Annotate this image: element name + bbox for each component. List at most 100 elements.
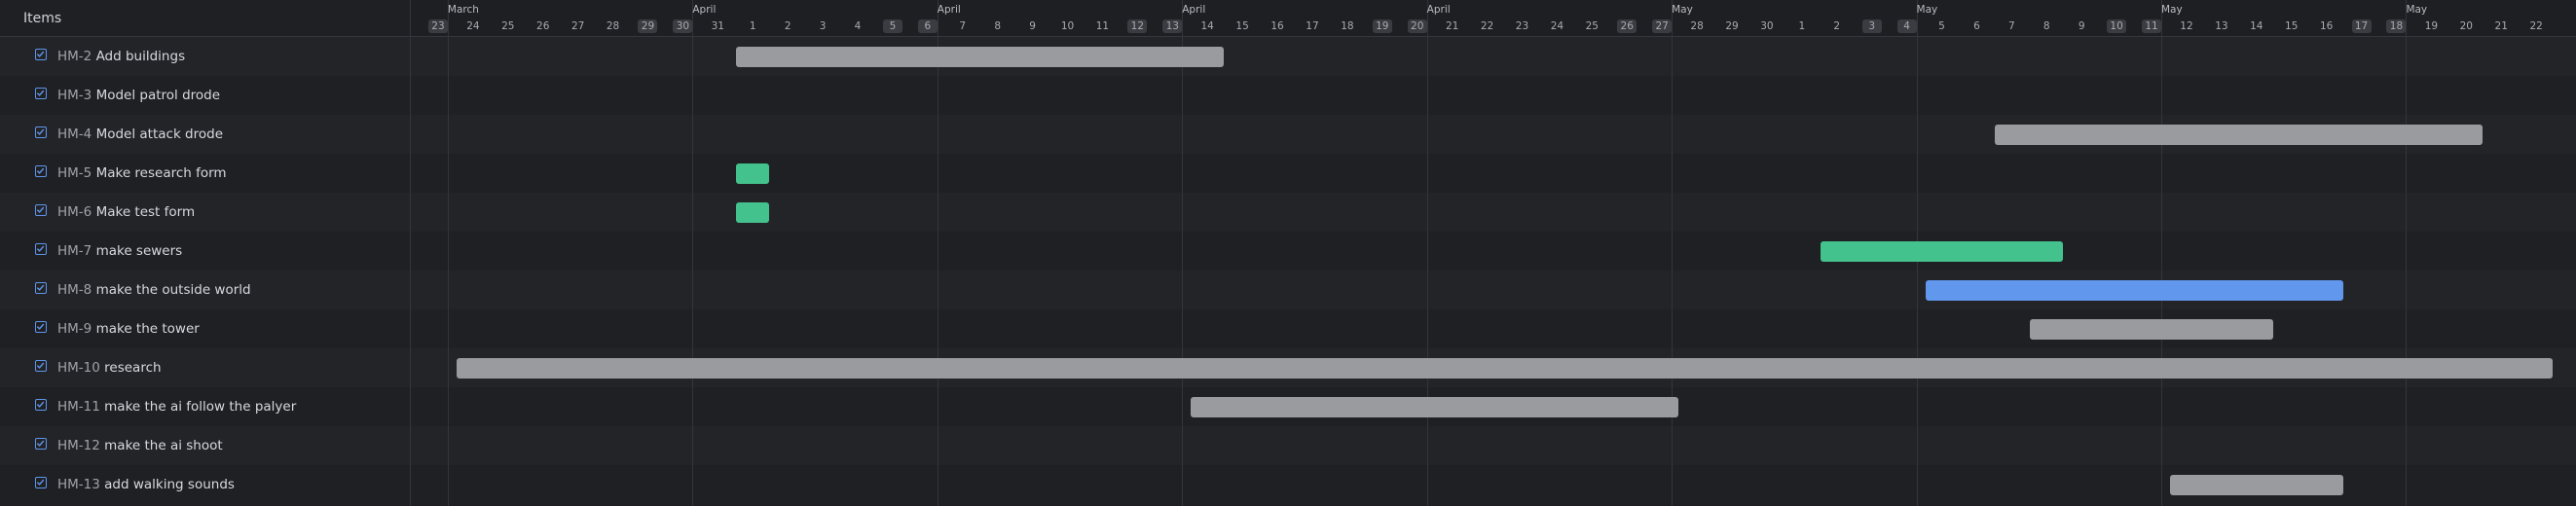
task-bar[interactable] — [1925, 280, 2343, 301]
item-title: make the outside world — [95, 282, 251, 298]
task-bar[interactable] — [456, 358, 2554, 379]
list-item[interactable]: HM-3 Model patrol drode — [0, 76, 410, 115]
task-checkbox-icon[interactable] — [35, 321, 47, 333]
list-item[interactable]: HM-11 make the ai follow the palyer — [0, 387, 410, 426]
day-label: 8 — [994, 20, 1002, 32]
day-label: 27 — [1652, 19, 1673, 33]
timeline-header: March April April April April May May May May 23 2… — [411, 0, 2576, 37]
day-label: 26 — [536, 20, 550, 32]
month-label: April — [692, 4, 717, 16]
day-label: 13 — [2215, 20, 2228, 32]
week-gridline — [448, 0, 449, 506]
item-text: HM-9 make the tower — [57, 321, 200, 337]
day-label: 28 — [1690, 20, 1704, 32]
day-label: 29 — [1725, 20, 1739, 32]
day-label: 16 — [1270, 20, 1284, 32]
item-key: HM-3 — [57, 88, 92, 103]
day-label: 13 — [1162, 19, 1183, 33]
task-bar[interactable] — [736, 163, 770, 184]
item-text: HM-2 Add buildings — [57, 49, 185, 64]
task-checkbox-icon[interactable] — [35, 49, 47, 60]
day-label: 16 — [2319, 20, 2334, 32]
task-bar[interactable] — [736, 202, 770, 223]
item-text: HM-5 Make research form — [57, 165, 227, 181]
day-label: 29 — [638, 19, 658, 33]
day-label: 7 — [2008, 20, 2015, 32]
day-label: 22 — [2529, 20, 2543, 32]
timeline-panel[interactable]: March April April April April May May May May 23 2… — [411, 0, 2576, 506]
day-label: 31 — [711, 20, 724, 32]
list-item[interactable]: HM-13 add walking sounds — [0, 465, 410, 504]
task-bar[interactable] — [2170, 475, 2343, 495]
day-label: 10 — [1060, 20, 1075, 32]
item-title: research — [104, 360, 162, 376]
timeline-row — [411, 426, 2576, 465]
month-label: May — [1916, 4, 1938, 16]
task-checkbox-icon[interactable] — [35, 360, 47, 372]
item-key: HM-11 — [57, 399, 100, 415]
task-checkbox-icon[interactable] — [35, 399, 47, 411]
day-label: 10 — [2107, 19, 2127, 33]
month-label: May — [1672, 4, 1693, 16]
item-title: Make research form — [95, 165, 227, 181]
task-checkbox-icon[interactable] — [35, 477, 47, 488]
day-label: 6 — [917, 19, 938, 33]
day-label: 6 — [1973, 20, 1980, 32]
list-item[interactable]: HM-9 make the tower — [0, 309, 410, 348]
task-checkbox-icon[interactable] — [35, 243, 47, 255]
day-label: 19 — [2424, 20, 2439, 32]
task-checkbox-icon[interactable] — [35, 165, 47, 177]
day-label: 26 — [1617, 19, 1638, 33]
list-item[interactable]: HM-2 Add buildings — [0, 37, 410, 76]
item-title: add walking sounds — [104, 477, 235, 492]
day-label: 14 — [2250, 20, 2263, 32]
task-bar[interactable] — [1995, 125, 2484, 145]
day-label: 12 — [2180, 20, 2193, 32]
week-gridline — [1427, 0, 1428, 506]
item-title: Make test form — [95, 204, 196, 220]
item-title: make the ai follow the palyer — [104, 399, 297, 415]
item-text: HM-6 Make test form — [57, 204, 195, 220]
task-bar[interactable] — [736, 47, 1225, 67]
day-label: 3 — [819, 20, 827, 32]
month-label: May — [2161, 4, 2183, 16]
item-key: HM-10 — [57, 360, 100, 376]
item-text: HM-10 research — [57, 360, 162, 376]
day-label: 11 — [1095, 20, 1110, 32]
list-item[interactable]: HM-12 make the ai shoot — [0, 426, 410, 465]
items-panel-header: Items — [0, 0, 410, 37]
day-label: 7 — [959, 20, 967, 32]
day-label: 9 — [2078, 20, 2085, 32]
day-label: 1 — [749, 20, 756, 32]
item-text: HM-7 make sewers — [57, 243, 182, 259]
item-text: HM-3 Model patrol drode — [57, 88, 220, 103]
day-label: 9 — [1029, 20, 1036, 32]
task-checkbox-icon[interactable] — [35, 88, 47, 99]
task-bar[interactable] — [2030, 319, 2273, 340]
timeline-row — [411, 76, 2576, 115]
list-item[interactable]: HM-7 make sewers — [0, 232, 410, 271]
item-title: Add buildings — [95, 49, 186, 64]
task-checkbox-icon[interactable] — [35, 126, 47, 138]
task-checkbox-icon[interactable] — [35, 282, 47, 294]
list-item[interactable]: HM-6 Make test form — [0, 193, 410, 232]
task-bar[interactable] — [1820, 241, 2064, 262]
timeline-row — [411, 232, 2576, 271]
gantt-app: Items HM-2 Add buildings HM-3 Model patro… — [0, 0, 2576, 506]
task-checkbox-icon[interactable] — [35, 204, 47, 216]
day-label: 23 — [1515, 20, 1529, 32]
list-item[interactable]: HM-5 Make research form — [0, 154, 410, 193]
week-gridline — [692, 0, 693, 506]
list-item[interactable]: HM-4 Model attack drode — [0, 115, 410, 154]
task-checkbox-icon[interactable] — [35, 438, 47, 450]
item-text: HM-4 Model attack drode — [57, 126, 223, 142]
item-key: HM-5 — [57, 165, 92, 181]
list-item[interactable]: HM-8 make the outside world — [0, 271, 410, 309]
day-label: 15 — [2285, 20, 2299, 32]
task-bar[interactable] — [1191, 397, 1679, 417]
list-item[interactable]: HM-10 research — [0, 348, 410, 387]
item-title: Model patrol drode — [95, 88, 221, 103]
item-key: HM-9 — [57, 321, 92, 337]
week-gridline — [2161, 0, 2162, 506]
item-text: HM-13 add walking sounds — [57, 477, 235, 492]
